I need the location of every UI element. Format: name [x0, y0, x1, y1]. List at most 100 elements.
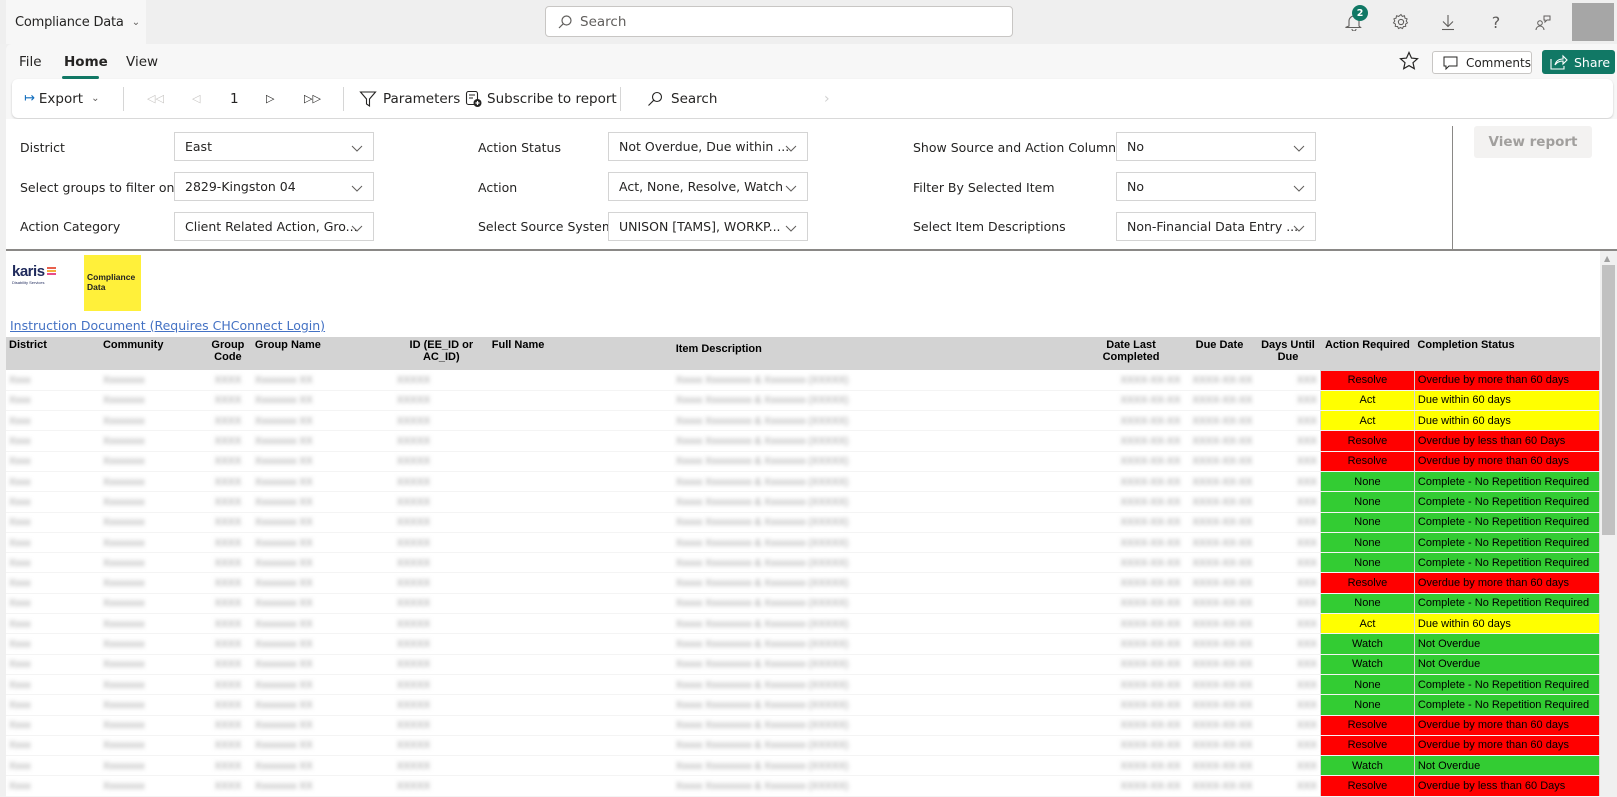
export-button[interactable]: ↦ Export ⌄ — [24, 79, 100, 118]
global-search-input[interactable]: Search — [545, 6, 1013, 37]
col-header-days-until-due[interactable]: Days Until Due — [1255, 337, 1321, 370]
param-select-groups[interactable]: 2829-Kingston 04 — [174, 172, 374, 201]
param-select-action-status[interactable]: Not Overdue, Due within ... — [608, 132, 808, 161]
cell-due-date-redacted: XXXX-XX-XX — [1183, 471, 1256, 493]
cell-community-redacted: Xxxxxxxx — [99, 572, 204, 594]
tab-view[interactable]: View — [126, 54, 158, 70]
cell-community-redacted: Xxxxxxxx — [99, 390, 204, 412]
previous-page-button[interactable]: ◁ — [192, 79, 200, 118]
cell-due-date-redacted: XXXX-XX-XX — [1183, 654, 1256, 675]
view-report-button[interactable]: View report — [1474, 126, 1592, 158]
cell-days-until-due-redacted: XXX — [1255, 532, 1321, 554]
cell-district-redacted: Xxxx — [6, 572, 100, 594]
col-header-item-description[interactable]: Item Description — [672, 337, 1079, 370]
col-header-due-date[interactable]: Due Date — [1183, 337, 1256, 370]
settings-button[interactable] — [1389, 10, 1413, 34]
filter-icon — [359, 90, 377, 107]
subscribe-button[interactable]: Subscribe to report — [465, 79, 617, 118]
param-select-show-source[interactable]: No — [1116, 132, 1316, 161]
param-label-action-status: Action Status — [478, 140, 561, 155]
page-number[interactable]: 1 — [230, 79, 239, 118]
cell-full-name-redacted — [488, 775, 673, 797]
instruction-document-link[interactable]: Instruction Document (Requires CHConnect… — [10, 318, 325, 333]
col-header-date-last-completed[interactable]: Date Last Completed — [1078, 337, 1184, 370]
share-button[interactable]: Share — [1542, 50, 1615, 74]
cell-completion-status: Not Overdue — [1413, 653, 1601, 675]
download-icon — [1442, 15, 1454, 31]
cell-community-redacted: Xxxxxxxx — [99, 491, 204, 513]
param-select-source-system[interactable]: UNISON [TAMS], WORKP... — [608, 212, 808, 241]
karis-logo: karis Disability Services — [12, 263, 56, 285]
cell-days-until-due-redacted: XXX — [1255, 735, 1321, 757]
cell-community-redacted: Xxxxxxxx — [99, 593, 204, 615]
download-button[interactable] — [1436, 10, 1460, 34]
compliance-data-badge: Compliance Data — [84, 255, 141, 311]
parameters-button[interactable]: Parameters — [359, 79, 460, 118]
last-page-button[interactable]: ▷▷ — [304, 79, 321, 118]
comments-button[interactable]: Comments — [1432, 51, 1532, 74]
param-select-district[interactable]: East — [174, 132, 374, 161]
report-search-button[interactable]: Search — [647, 79, 717, 118]
help-button[interactable]: ? — [1484, 10, 1508, 34]
col-header-community[interactable]: Community — [99, 337, 204, 370]
cell-district-redacted: Xxxx — [6, 694, 100, 716]
col-header-group-name[interactable]: Group Name — [251, 337, 394, 370]
first-page-button[interactable]: ◁◁ — [147, 79, 164, 118]
param-select-item-descriptions[interactable]: Non-Financial Data Entry ... — [1116, 212, 1316, 241]
cell-full-name-redacted — [488, 755, 673, 777]
table-row: Xxxx Xxxxxxxx XXXX Xxxxxxxx XX XXXXX Xxxxx Xx… — [6, 694, 1601, 716]
col-header-id[interactable]: ID (EE_ID or AC_ID) — [393, 337, 489, 370]
param-label-source-system: Select Source System — [478, 219, 615, 234]
tab-file[interactable]: File — [19, 54, 42, 70]
toolbar-scroll-right[interactable]: › — [824, 79, 830, 118]
cell-full-name-redacted — [488, 694, 673, 716]
col-header-full-name[interactable]: Full Name — [488, 337, 673, 370]
param-value: Not Overdue, Due within ... — [619, 139, 790, 154]
app-title-dropdown[interactable]: Compliance Data ⌄ — [6, 0, 146, 44]
cell-due-date-redacted: XXXX-XX-XX — [1183, 532, 1256, 554]
user-avatar[interactable] — [1572, 3, 1614, 41]
toolbar-divider — [343, 87, 344, 111]
param-label-item-descriptions: Select Item Descriptions — [913, 219, 1066, 234]
cell-date-last-completed-redacted: XXXX-XX-XX — [1078, 735, 1184, 757]
cell-action-required: Resolve — [1319, 572, 1415, 594]
cell-district-redacted: Xxxx — [6, 390, 100, 412]
param-select-action-category[interactable]: Client Related Action, Gro... — [174, 212, 374, 241]
param-label-district: District — [20, 140, 65, 155]
cell-completion-status: Complete - No Repetition Required — [1413, 511, 1601, 533]
next-page-button[interactable]: ▷ — [266, 79, 274, 118]
cell-group-name-redacted: Xxxxxxxx XX — [251, 410, 394, 432]
cell-id-redacted: XXXXX — [393, 674, 489, 696]
cell-full-name-redacted — [488, 715, 673, 736]
scroll-up-arrow-icon[interactable]: ▲ — [1604, 254, 1610, 263]
cell-action-required: Resolve — [1319, 450, 1415, 472]
feedback-button[interactable] — [1531, 10, 1555, 34]
favorite-button[interactable] — [1399, 51, 1419, 75]
cell-date-last-completed-redacted: XXXX-XX-XX — [1078, 694, 1184, 716]
param-select-filter-selected[interactable]: No — [1116, 172, 1316, 201]
report-vertical-scrollbar[interactable]: ▲ — [1600, 251, 1617, 796]
cell-item-description-redacted: Xxxxx Xxxxxxxxx & Xxxxxxxx (XXXXX) — [672, 654, 1079, 675]
cell-action-required: Watch — [1319, 755, 1415, 777]
param-select-action[interactable]: Act, None, Resolve, Watch — [608, 172, 808, 201]
scrollbar-thumb[interactable] — [1602, 265, 1615, 535]
cell-district-redacted: Xxxx — [6, 430, 100, 452]
cell-due-date-redacted: XXXX-XX-XX — [1183, 451, 1256, 472]
cell-item-description-redacted: Xxxxx Xxxxxxxxx & Xxxxxxxx (XXXXX) — [672, 694, 1079, 716]
col-header-group-code[interactable]: Group Code — [203, 337, 252, 370]
cell-group-code-redacted: XXXX — [203, 572, 252, 594]
col-header-action-required[interactable]: Action Required — [1320, 337, 1415, 370]
cell-group-code-redacted: XXXX — [203, 775, 252, 797]
cell-group-code-redacted: XXXX — [203, 430, 252, 452]
cell-due-date-redacted: XXXX-XX-XX — [1183, 633, 1256, 655]
col-header-completion-status[interactable]: Completion Status — [1414, 337, 1600, 370]
cell-completion-status: Overdue by more than 60 days — [1413, 714, 1601, 736]
cell-group-name-redacted: Xxxxxxxx XX — [251, 633, 394, 655]
cell-date-last-completed-redacted: XXXX-XX-XX — [1078, 593, 1184, 615]
col-header-district[interactable]: District — [6, 337, 100, 370]
cell-group-name-redacted: Xxxxxxxx XX — [251, 674, 394, 696]
cell-full-name-redacted — [488, 613, 673, 635]
param-label-filter-selected: Filter By Selected Item — [913, 180, 1055, 195]
tab-home[interactable]: Home — [64, 54, 108, 70]
chevron-down-icon — [351, 141, 363, 156]
